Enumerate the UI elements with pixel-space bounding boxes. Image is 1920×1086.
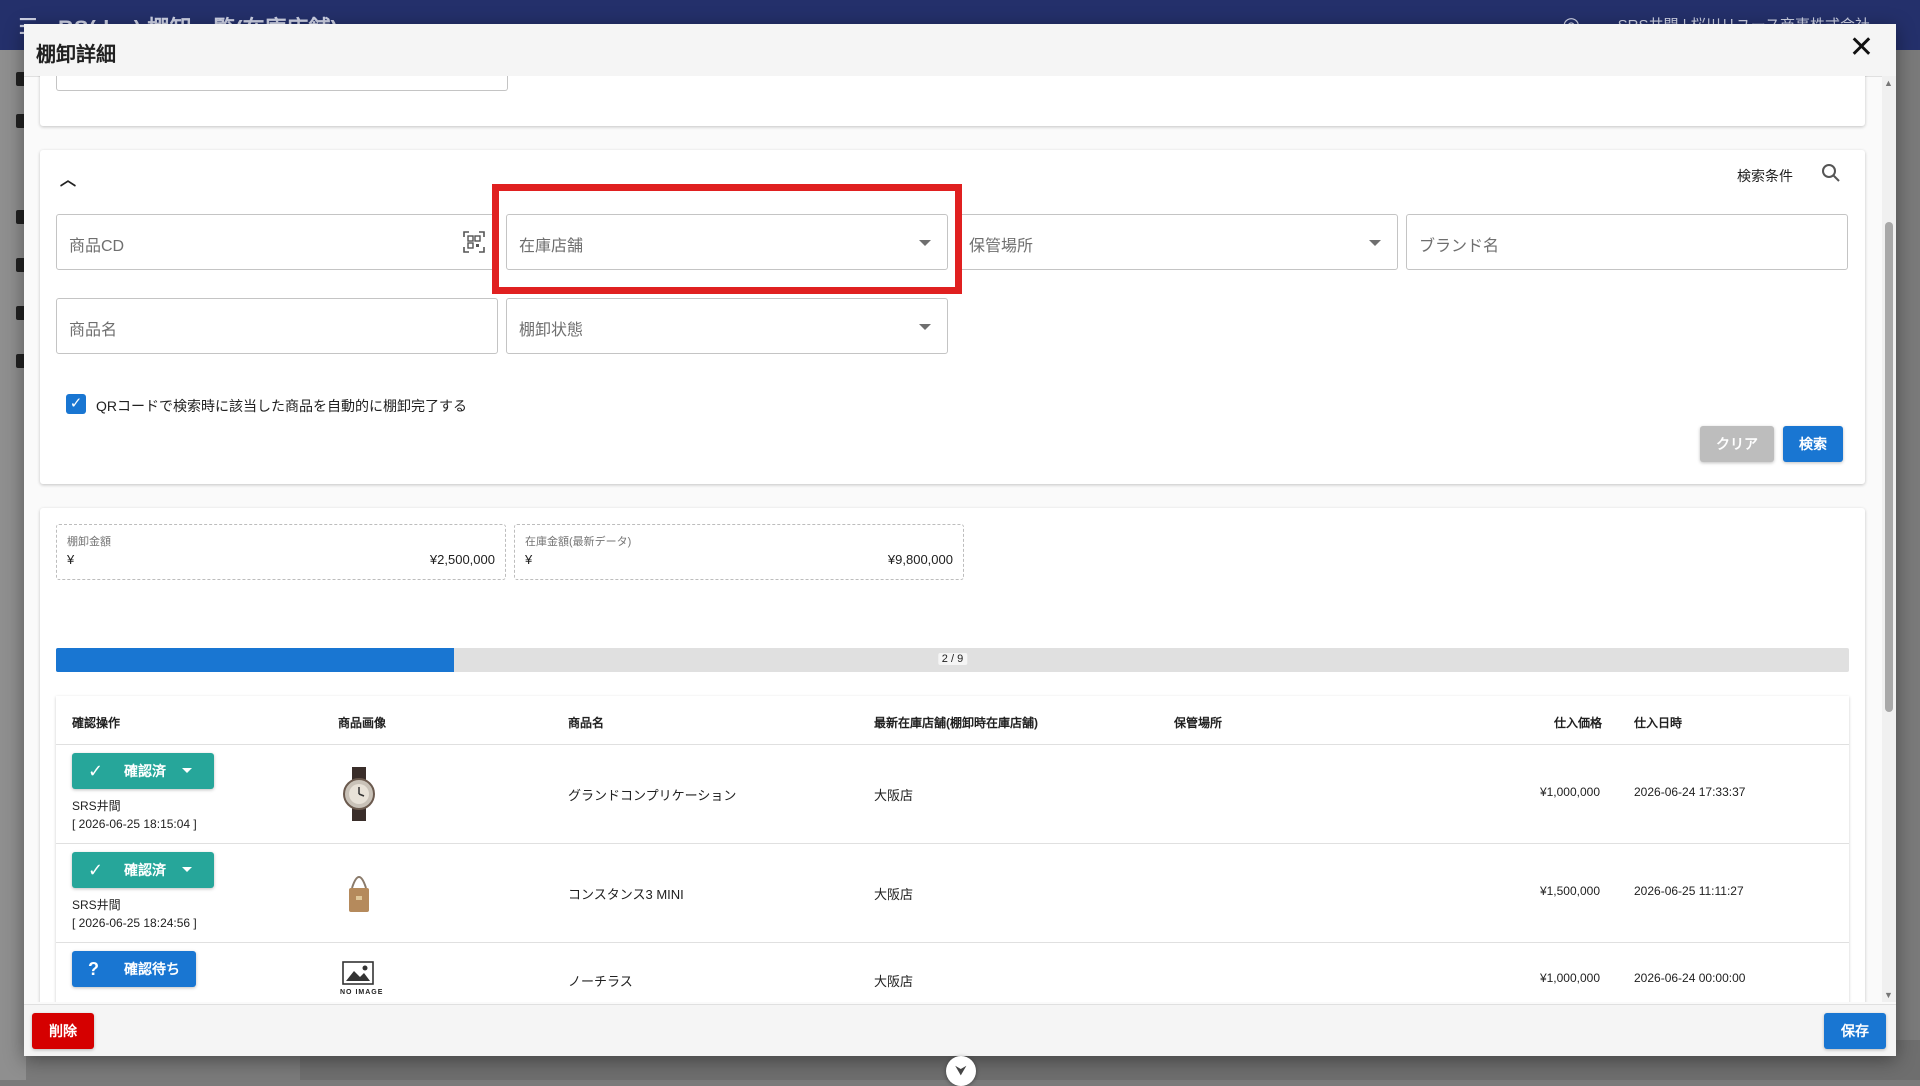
qr-code-icon[interactable] (463, 231, 485, 253)
inventory-detail-dialog: 棚卸詳細 ✕ ︿ 検索条件 商品CD 在庫店舗 保管場所 ブランド名 商品名 棚… (24, 24, 1896, 1056)
inventory-status-placeholder: 棚卸状態 (519, 322, 584, 339)
progress-fill (56, 648, 454, 672)
stock-store-placeholder: 在庫店舗 (519, 238, 584, 255)
inventory-amount-label: 棚卸金額 (67, 536, 111, 548)
check-icon: ✓ (88, 860, 104, 880)
dialog-body: ︿ 検索条件 商品CD 在庫店舗 保管場所 ブランド名 商品名 棚卸状態 ✓ Q… (24, 76, 1896, 1002)
purchase-date: 2026-06-24 17:33:37 (1634, 785, 1746, 799)
background-sidebar (0, 50, 26, 1080)
dialog-header: 棚卸詳細 ✕ (24, 24, 1896, 77)
column-header: 仕入価格 (1554, 716, 1603, 730)
column-header: 保管場所 (1174, 716, 1223, 730)
search-conditions-label: 検索条件 (1737, 168, 1793, 184)
product-name-input[interactable]: 商品名 (56, 298, 498, 354)
confirmed-button[interactable]: ✓ 確認済 (72, 852, 214, 888)
inventory-amount-value: ¥2,500,000 (429, 552, 495, 567)
search-button[interactable]: 検索 (1783, 426, 1843, 462)
scroll-down-fab-icon[interactable]: ⮟ (946, 1056, 976, 1086)
scroll-down-icon[interactable]: ▼ (1884, 990, 1893, 1000)
top-card (40, 76, 1865, 126)
table-row[interactable]: ? 確認待ち NO IMAGE ノーチラス 大阪店 ¥1,000,000 202… (56, 943, 1849, 1002)
chevron-down-icon (919, 324, 931, 330)
chevron-down-icon (182, 867, 192, 872)
product-name: グランドコンプリケーション (568, 788, 737, 803)
check-icon: ✓ (88, 761, 104, 781)
dialog-title: 棚卸詳細 (36, 44, 116, 66)
inventory-status-select[interactable]: 棚卸状態 (506, 298, 948, 354)
status-label: 確認済 (124, 763, 166, 779)
confirmed-timestamp: [ 2026-06-25 18:24:56 ] (72, 916, 197, 930)
column-header: 最新在庫店舗(棚卸時在庫店舗) (874, 716, 1038, 730)
status-label: 確認待ち (124, 961, 180, 977)
stock-amount-label: 在庫金額(最新データ) (525, 536, 632, 548)
search-card: ︿ 検索条件 商品CD 在庫店舗 保管場所 ブランド名 商品名 棚卸状態 ✓ Q… (40, 150, 1865, 484)
inventory-progress-bar: 2 / 9 (56, 648, 1849, 672)
bag-icon (349, 876, 369, 912)
clear-button[interactable]: クリア (1700, 426, 1774, 462)
column-header: 商品画像 (338, 716, 387, 730)
storage-location-select[interactable]: 保管場所 (956, 214, 1398, 270)
no-image-icon (342, 961, 374, 985)
stock-store-select[interactable]: 在庫店舗 (506, 214, 948, 270)
auto-complete-checkbox[interactable]: ✓ (66, 394, 86, 414)
scrollbar-thumb[interactable] (1885, 222, 1893, 712)
status-label: 確認済 (124, 862, 166, 878)
product-name: コンスタンス3 MINI (568, 887, 684, 902)
table-row[interactable]: ✓ 確認済 SRS井間 [ 2026-06-25 18:15:04 ] グランド… (56, 745, 1849, 844)
confirmed-user: SRS井間 (72, 898, 121, 912)
product-name-placeholder: 商品名 (69, 322, 118, 339)
scroll-up-icon[interactable]: ▲ (1884, 78, 1893, 88)
no-image-text: NO IMAGE (340, 989, 384, 996)
purchase-date: 2026-06-24 00:00:00 (1634, 971, 1746, 985)
chevron-up-icon[interactable]: ︿ (60, 166, 76, 190)
purchase-date: 2026-06-25 11:11:27 (1634, 884, 1744, 898)
chevron-down-icon (182, 768, 192, 773)
brand-name-input[interactable]: ブランド名 (1406, 214, 1848, 270)
stock-amount-currency: ¥ (525, 552, 533, 567)
confirmed-button[interactable]: ✓ 確認済 (72, 753, 214, 789)
store-name: 大阪店 (874, 974, 914, 989)
chevron-down-icon (1369, 240, 1381, 246)
pending-button[interactable]: ? 確認待ち (72, 951, 196, 987)
table-row[interactable]: ✓ 確認済 SRS井間 [ 2026-06-25 18:24:56 ] コンスタ… (56, 844, 1849, 943)
dialog-scrollbar[interactable]: ▲ ▼ (1882, 76, 1896, 1002)
storage-location-placeholder: 保管場所 (969, 238, 1034, 255)
store-name: 大阪店 (874, 887, 914, 902)
inventory-table: 確認操作 商品画像 商品名 最新在庫店舗(棚卸時在庫店舗) 保管場所 仕入価格 … (56, 696, 1849, 1002)
search-icon[interactable] (1821, 163, 1841, 183)
column-header: 仕入日時 (1634, 716, 1683, 730)
save-button[interactable]: 保存 (1824, 1013, 1886, 1049)
dialog-footer: 削除 保存 (24, 1004, 1896, 1056)
close-icon[interactable]: ✕ (1849, 32, 1874, 64)
purchase-price: ¥1,500,000 (1539, 884, 1600, 898)
watch-icon (343, 767, 375, 821)
column-header: 確認操作 (72, 716, 121, 730)
chevron-down-icon (919, 240, 931, 246)
product-cd-placeholder: 商品CD (69, 238, 125, 255)
product-name: ノーチラス (568, 974, 633, 989)
progress-text: 2 / 9 (937, 653, 968, 665)
confirmed-user: SRS井間 (72, 799, 121, 813)
purchase-price: ¥1,000,000 (1539, 971, 1600, 985)
column-header: 商品名 (568, 716, 605, 730)
top-card-field[interactable] (56, 76, 508, 91)
store-name: 大阪店 (874, 788, 914, 803)
delete-button[interactable]: 削除 (32, 1013, 94, 1049)
confirmed-timestamp: [ 2026-06-25 18:15:04 ] (72, 817, 197, 831)
inventory-amount-box: 棚卸金額 ¥ ¥2,500,000 (56, 524, 506, 580)
product-cd-input[interactable]: 商品CD (56, 214, 498, 270)
inventory-amount-currency: ¥ (67, 552, 75, 567)
purchase-price: ¥1,000,000 (1539, 785, 1600, 799)
stock-amount-box: 在庫金額(最新データ) ¥ ¥9,800,000 (514, 524, 964, 580)
brand-name-placeholder: ブランド名 (1419, 238, 1500, 255)
stock-amount-value: ¥9,800,000 (887, 552, 953, 567)
question-icon: ? (88, 959, 99, 979)
auto-complete-label: QRコードで検索時に該当した商品を自動的に棚卸完了する (96, 398, 467, 414)
